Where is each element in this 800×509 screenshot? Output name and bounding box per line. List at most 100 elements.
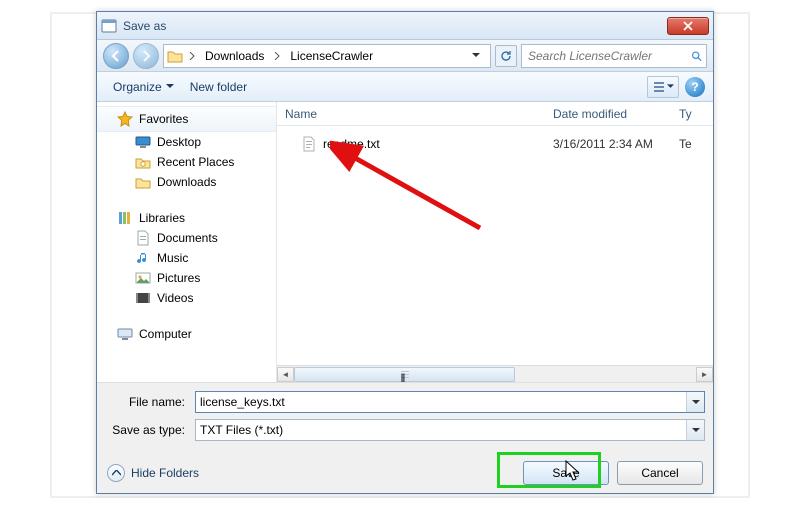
save-label: Save (552, 466, 579, 480)
scroll-grip: ǁ (401, 371, 409, 380)
outer-frame: Save as Downloads (50, 12, 750, 498)
scroll-left-button[interactable]: ◄ (277, 367, 294, 382)
scroll-track[interactable]: ǁ (294, 367, 696, 382)
breadcrumb-segment-licensecrawler[interactable]: LicenseCrawler (284, 49, 379, 63)
horizontal-scrollbar[interactable]: ◄ ǁ ► (277, 365, 713, 382)
tree-libraries-header[interactable]: Libraries (97, 206, 276, 228)
close-button[interactable] (667, 17, 709, 35)
breadcrumb-dropdown[interactable] (465, 53, 487, 58)
folder-icon (167, 48, 183, 64)
filename-input[interactable] (196, 393, 686, 411)
tree-label: Recent Places (157, 155, 234, 169)
search-box[interactable] (521, 44, 707, 68)
help-icon: ? (691, 80, 698, 94)
tree-label: Pictures (157, 271, 200, 285)
chevron-down-icon (472, 53, 480, 58)
savetype-combobox[interactable]: TXT Files (*.txt) (195, 419, 705, 441)
arrow-right-icon (140, 50, 152, 62)
file-type: Te (679, 137, 692, 151)
tree-item-recent-places[interactable]: Recent Places (97, 152, 276, 172)
tree-label: Music (157, 251, 188, 265)
footer: Hide Folders Save Cancel (105, 461, 705, 487)
chevron-up-icon (107, 464, 125, 482)
file-pane: Name Date modified Ty readme.txt 3/16/20… (277, 102, 713, 382)
app-icon (101, 18, 117, 34)
search-input[interactable] (526, 48, 687, 64)
nav-back-button[interactable] (103, 43, 129, 69)
scroll-thumb[interactable]: ǁ (294, 367, 515, 382)
tree-label: Computer (139, 327, 192, 341)
hide-folders-label: Hide Folders (131, 466, 199, 480)
save-as-dialog: Save as Downloads (96, 11, 714, 494)
refresh-icon (499, 49, 513, 63)
tree-label: Libraries (139, 211, 185, 225)
computer-icon (117, 326, 133, 342)
organize-button[interactable]: Organize (105, 76, 182, 98)
text-file-icon (301, 136, 317, 152)
savetype-dropdown-button[interactable] (686, 420, 704, 440)
tree-computer-header[interactable]: Computer (97, 322, 276, 344)
tree-label: Downloads (157, 175, 216, 189)
hide-folders-button[interactable]: Hide Folders (107, 464, 199, 482)
tree-label: Favorites (139, 112, 188, 126)
views-button[interactable] (647, 76, 679, 98)
pictures-icon (135, 270, 151, 286)
tree-item-music[interactable]: Music (97, 248, 276, 268)
cancel-label: Cancel (641, 466, 678, 480)
column-header-name[interactable]: Name (285, 107, 553, 121)
tree-item-documents[interactable]: Documents (97, 228, 276, 248)
titlebar[interactable]: Save as (97, 12, 713, 40)
downloads-folder-icon (135, 174, 151, 190)
organize-label: Organize (113, 80, 162, 94)
tree-label: Documents (157, 231, 218, 245)
documents-icon (135, 230, 151, 246)
chevron-down-icon (692, 400, 700, 405)
chevron-down-icon (166, 84, 174, 89)
chevron-down-icon (692, 428, 700, 433)
nav-tree[interactable]: Favorites Desktop Recent Places Download… (97, 102, 277, 382)
file-date: 3/16/2011 2:34 AM (553, 137, 679, 151)
tree-item-videos[interactable]: Videos (97, 288, 276, 308)
new-folder-label: New folder (190, 80, 247, 94)
title-text: Save as (123, 19, 667, 33)
dialog-body: Favorites Desktop Recent Places Download… (97, 102, 713, 382)
scroll-right-button[interactable]: ► (696, 367, 713, 382)
chevron-right-icon[interactable] (270, 52, 284, 60)
cancel-button[interactable]: Cancel (617, 461, 703, 485)
chevron-down-icon (667, 84, 674, 89)
videos-icon (135, 290, 151, 306)
tree-favorites-header[interactable]: Favorites (97, 106, 276, 132)
libraries-icon (117, 210, 133, 226)
breadcrumb-segment-downloads[interactable]: Downloads (199, 49, 270, 63)
file-list[interactable]: readme.txt 3/16/2011 2:34 AM Te (277, 126, 713, 365)
breadcrumb[interactable]: Downloads LicenseCrawler (163, 44, 491, 68)
navbar: Downloads LicenseCrawler (97, 40, 713, 72)
recent-places-icon (135, 154, 151, 170)
nav-forward-button[interactable] (133, 43, 159, 69)
savetype-label: Save as type: (105, 423, 195, 437)
toolbar: Organize New folder ? (97, 72, 713, 102)
arrow-left-icon (110, 50, 122, 62)
tree-item-downloads[interactable]: Downloads (97, 172, 276, 192)
filename-combobox[interactable] (195, 391, 705, 413)
savetype-value: TXT Files (*.txt) (196, 423, 686, 437)
file-row[interactable]: readme.txt 3/16/2011 2:34 AM Te (277, 134, 713, 154)
column-header-date[interactable]: Date modified (553, 107, 679, 121)
save-button[interactable]: Save (523, 461, 609, 485)
column-headers[interactable]: Name Date modified Ty (277, 102, 713, 126)
desktop-icon (135, 134, 151, 150)
chevron-right-icon[interactable] (185, 52, 199, 60)
column-header-type[interactable]: Ty (679, 107, 713, 121)
refresh-button[interactable] (495, 45, 517, 67)
tree-label: Desktop (157, 135, 201, 149)
tree-item-desktop[interactable]: Desktop (97, 132, 276, 152)
help-button[interactable]: ? (685, 77, 705, 97)
star-icon (117, 111, 133, 127)
close-icon (683, 21, 693, 31)
music-icon (135, 250, 151, 266)
tree-item-pictures[interactable]: Pictures (97, 268, 276, 288)
search-icon (691, 49, 702, 63)
new-folder-button[interactable]: New folder (182, 76, 255, 98)
filename-dropdown-button[interactable] (686, 392, 704, 412)
file-name: readme.txt (323, 137, 380, 151)
